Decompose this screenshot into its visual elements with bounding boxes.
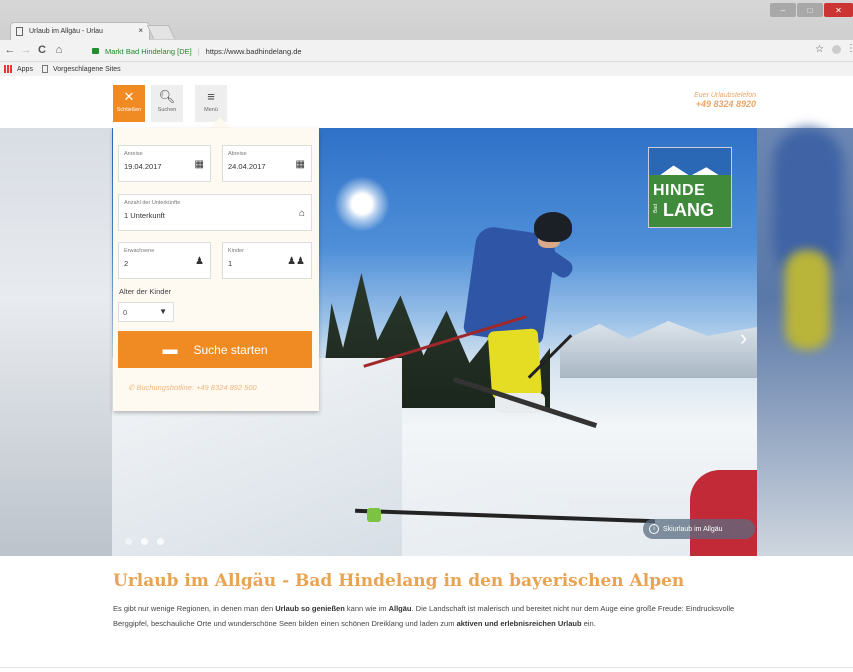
slide-dot-1[interactable] bbox=[125, 538, 132, 545]
address-bar[interactable]: Markt Bad Hindelang [DE] | https://www.b… bbox=[88, 43, 793, 59]
close-icon: ✕ bbox=[123, 89, 135, 104]
url-separator: | bbox=[197, 46, 200, 56]
person-icon: ♟ bbox=[195, 256, 204, 267]
field-value: 2 bbox=[124, 259, 129, 268]
forward-icon[interactable]: → bbox=[19, 44, 33, 56]
field-value: 19.04.2017 bbox=[124, 162, 162, 171]
browser-menu-icon[interactable]: ⋮ bbox=[846, 43, 853, 54]
field-label: Kinder bbox=[228, 248, 244, 254]
extension-icon[interactable] bbox=[832, 45, 841, 54]
search-button[interactable]: 🔍︎ Suchen bbox=[151, 85, 183, 122]
field-label: Abreise bbox=[228, 151, 247, 157]
hotline-label: Euer Urlaubstelefon bbox=[694, 92, 756, 99]
menu-label: Menü bbox=[204, 107, 218, 113]
search-start-label: Suche starten bbox=[193, 342, 268, 357]
calendar-icon[interactable]: ▦ bbox=[195, 159, 204, 170]
field-label: Anreise bbox=[124, 151, 143, 157]
slide-caption[interactable]: i Skiurlaub im Allgäu bbox=[643, 519, 755, 539]
field-label: Anzahl der Unterkünfte bbox=[124, 200, 181, 206]
calendar-icon[interactable]: ▦ bbox=[296, 159, 305, 170]
browser-tab[interactable]: Urlaub im Allgäu - Urlau × bbox=[10, 22, 150, 40]
field-label: Erwachsene bbox=[124, 248, 155, 254]
logo-text: Bad bbox=[653, 204, 659, 213]
bookmarks-bar: Apps Vorgeschlagene Sites bbox=[0, 62, 853, 76]
slide-dot-2[interactable] bbox=[141, 538, 148, 545]
field-value: 24.04.2017 bbox=[228, 162, 266, 171]
close-label: Schließen bbox=[116, 107, 142, 113]
booking-hotline-text: Buchungshotline: +49 8324 892 500 bbox=[136, 383, 257, 392]
family-icon: ♟♟ bbox=[287, 256, 305, 267]
text: ein. bbox=[581, 619, 596, 628]
children-ages-label: Alter der Kinder bbox=[119, 287, 172, 296]
info-icon: i bbox=[649, 524, 659, 534]
units-field[interactable]: Anzahl der Unterkünfte 1 Unterkunft ⌂ bbox=[118, 194, 312, 231]
departure-date-field[interactable]: Abreise 24.04.2017 ▦ bbox=[222, 145, 312, 182]
bookmark-apps[interactable]: Apps bbox=[17, 66, 33, 73]
page-icon bbox=[16, 27, 23, 36]
site-identity: Markt Bad Hindelang [DE] bbox=[105, 46, 192, 56]
article-title: Urlaub im Allgäu - Bad Hindelang in den … bbox=[113, 571, 685, 591]
sun bbox=[334, 176, 390, 232]
field-value: 1 bbox=[228, 259, 233, 268]
caret-down-icon: ▼ bbox=[159, 307, 167, 316]
bold-text: aktiven und erlebnisreichen Urlaub bbox=[456, 619, 582, 628]
menu-icon: ≡ bbox=[207, 89, 215, 104]
window-close-button[interactable]: ✕ bbox=[824, 3, 853, 17]
browser-titlebar: Urlaub im Allgäu - Urlau × – □ ✕ bbox=[0, 0, 853, 40]
chevron-right-icon[interactable]: › bbox=[740, 325, 747, 351]
url-text: https://www.badhindelang.de bbox=[205, 46, 302, 56]
close-button[interactable]: ✕ Schließen bbox=[113, 85, 145, 122]
apps-icon bbox=[4, 65, 12, 73]
field-value: 1 Unterkunft bbox=[124, 211, 165, 220]
booking-hotline[interactable]: ✆ Buchungshotline: +49 8324 892 500 bbox=[128, 383, 257, 392]
caption-text: Skiurlaub im Allgäu bbox=[663, 525, 723, 533]
adults-field[interactable]: Erwachsene 2 ♟ bbox=[118, 242, 211, 279]
skier-helmet bbox=[534, 212, 572, 242]
hotline-number[interactable]: +49 8324 8920 bbox=[650, 99, 756, 109]
hero-prev-slide-preview bbox=[0, 128, 112, 556]
foreground-pole-grip bbox=[367, 508, 381, 522]
logo-text: LANG bbox=[663, 200, 714, 220]
lock-icon bbox=[92, 48, 99, 54]
logo-text: HINDE bbox=[653, 182, 706, 199]
menu-button[interactable]: ≡ Menü bbox=[195, 85, 227, 122]
home-icon[interactable]: ⌂ bbox=[52, 44, 66, 56]
bookmark-suggested-sites[interactable]: Vorgeschlagene Sites bbox=[53, 66, 121, 73]
foreground-skier bbox=[690, 470, 757, 556]
tab-title: Urlaub im Allgäu - Urlau bbox=[29, 28, 103, 35]
maximize-button[interactable]: □ bbox=[797, 3, 823, 17]
tab-close-icon[interactable]: × bbox=[138, 26, 143, 35]
house-icon: ⌂ bbox=[298, 208, 305, 219]
search-start-button[interactable]: ▬ Suche starten bbox=[118, 331, 312, 368]
text: Es gibt nur wenige Regionen, in denen ma… bbox=[113, 604, 276, 613]
browser-toolbar: ← → C ⌂ Markt Bad Hindelang [DE] | https… bbox=[0, 40, 853, 62]
holiday-hotline[interactable]: Euer Urlaubstelefon +49 8324 8920 bbox=[650, 92, 756, 109]
slide-dot-3[interactable] bbox=[157, 538, 164, 545]
article-intro: Es gibt nur wenige Regionen, in denen ma… bbox=[113, 601, 758, 631]
search-label: Suchen bbox=[157, 107, 177, 113]
divider bbox=[0, 667, 853, 668]
arrival-date-field[interactable]: Anreise 19.04.2017 ▦ bbox=[118, 145, 211, 182]
back-icon[interactable]: ← bbox=[3, 44, 17, 56]
page-icon bbox=[41, 65, 48, 73]
minimize-button[interactable]: – bbox=[770, 3, 796, 17]
select-value: 0 bbox=[123, 308, 128, 317]
bookmark-star-icon[interactable]: ☆ bbox=[815, 44, 824, 55]
hero-preview-skier-pants bbox=[785, 250, 830, 350]
bold-text: Urlaub so genießen bbox=[275, 604, 345, 613]
bed-icon: ▬ bbox=[162, 341, 178, 358]
search-icon: 🔍︎ bbox=[158, 89, 176, 104]
children-field[interactable]: Kinder 1 ♟♟ bbox=[222, 242, 312, 279]
bold-text: Allgäu bbox=[388, 604, 412, 613]
new-tab-button[interactable] bbox=[146, 25, 176, 39]
site-header: ✕ Schließen 🔍︎ Suchen ≡ Menü Euer Urlaub… bbox=[0, 76, 853, 128]
bad-hindelang-logo[interactable]: HINDE LANG Bad bbox=[648, 147, 732, 228]
text: kann wie im bbox=[344, 604, 389, 613]
reload-icon[interactable]: C bbox=[35, 44, 49, 56]
child-age-select[interactable]: 0 ▼ bbox=[118, 302, 174, 322]
